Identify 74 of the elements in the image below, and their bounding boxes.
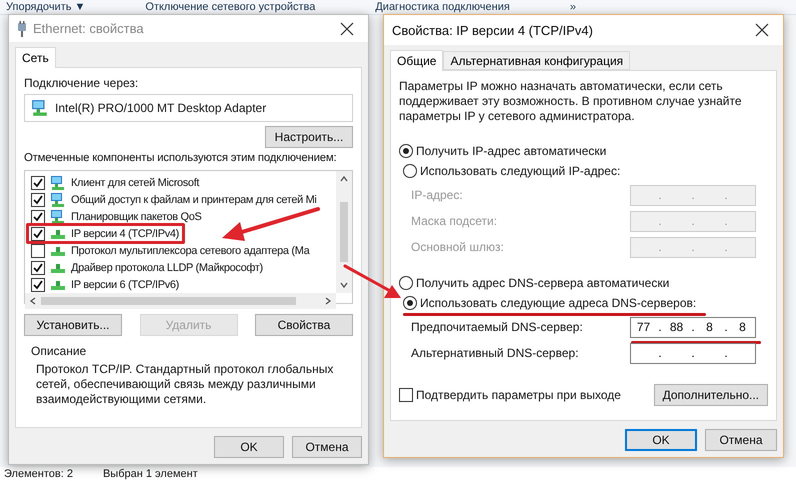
dialog-button[interactable]: Отмена (292, 436, 362, 458)
radio-button[interactable] (399, 144, 413, 158)
list-item[interactable]: Клиент для сетей Microsoft (71, 176, 200, 188)
dialog-button[interactable]: OK (214, 436, 284, 458)
radio-button[interactable] (403, 164, 417, 178)
window-title: Ethernet: свойства (33, 21, 145, 36)
vertical-scrollbar[interactable] (336, 171, 352, 293)
checkbox[interactable] (399, 388, 413, 402)
action-button[interactable]: Установить... (24, 314, 122, 336)
window-title: Свойства: IP версии 4 (TCP/IPv4) (392, 22, 594, 38)
checkbox[interactable] (31, 226, 45, 240)
toolbar-item[interactable]: Отключение сетевого устройства (145, 0, 316, 14)
ip-field[interactable]: . . . (630, 342, 756, 364)
field-label: Основной шлюз: (411, 240, 504, 254)
horizontal-scrollbar[interactable] (25, 293, 336, 309)
list-item[interactable]: IP версии 6 (TCP/IPv6) (71, 278, 179, 290)
dialog-button[interactable]: OK (625, 429, 697, 451)
checkbox[interactable] (31, 278, 45, 292)
toolbar-item[interactable]: » (570, 0, 576, 14)
scroll-thumb[interactable] (41, 297, 296, 305)
toolbar-item[interactable]: Диагностика подключения (375, 0, 510, 14)
list-item[interactable]: Протокол мультиплексора сетевого адаптера (Ма (71, 244, 310, 256)
checkbox[interactable] (31, 176, 45, 190)
list-item[interactable]: Планировщик пакетов QoS (71, 210, 202, 222)
field-label: Маска подсети: (411, 214, 498, 228)
description-text: Протокол TCP/IP. Стандартный протокол глобальных сетей, обеспечивающий связь между различными взаимодействующими сетями. (36, 362, 334, 407)
chevron-up-icon[interactable] (340, 175, 348, 183)
checkbox[interactable] (31, 192, 45, 206)
monitor-icon (50, 208, 66, 224)
network-icon (50, 228, 66, 240)
list-item[interactable]: IP версии 4 (TCP/IPv4) (71, 228, 179, 240)
radio-label: Использовать следующий IP-адрес: (420, 164, 620, 178)
dialog-button[interactable]: Отмена (705, 429, 777, 451)
plug-icon (17, 20, 27, 36)
network-icon (50, 262, 66, 274)
tab[interactable]: Альтернативная конфигурация (443, 51, 630, 70)
radio-button[interactable] (403, 296, 417, 310)
close-icon (340, 22, 354, 36)
field-label: Альтернативный DNS-сервер: (411, 346, 579, 360)
list-item[interactable]: Драйвер протокола LLDP (Майкрософт) (71, 262, 263, 274)
configure-button[interactable]: Настроить... (265, 126, 353, 148)
checkbox[interactable] (31, 244, 45, 258)
field-label: Предпочитаемый DNS-сервер: (411, 320, 583, 334)
toolbar-item[interactable]: Упорядочить ▼ (6, 0, 86, 14)
tab[interactable]: Общие (390, 50, 444, 71)
chevron-left-icon[interactable] (29, 297, 37, 305)
scroll-thumb[interactable] (340, 202, 348, 262)
field-label: IP-адрес: (411, 188, 463, 202)
checkbox[interactable] (31, 260, 45, 274)
intro-text: Параметры IP можно назначать автоматически, если сеть поддерживает эту возможность. В противном случае узнайте параметры IP у сетевого администратора. (399, 79, 743, 124)
action-button[interactable]: Свойства (255, 314, 353, 336)
network-icon (50, 278, 66, 290)
monitor-icon (50, 174, 66, 190)
list-item[interactable]: Общий доступ к файлам и принтерам для сетей Mi (71, 194, 317, 206)
radio-label: Получить адрес DNS-сервера автоматически (416, 276, 670, 290)
radio-label: Получить IP-адрес автоматически (416, 144, 606, 158)
status-text: Выбран 1 элемент (102, 468, 198, 480)
advanced-button[interactable]: Дополнительно... (654, 384, 768, 406)
checkbox[interactable] (31, 210, 45, 224)
tab[interactable]: Сеть (15, 47, 56, 68)
radio-label: Использовать следующие адреса DNS-серверов: (420, 296, 696, 310)
field-label: Отмеченные компоненты используются этим подключением: (24, 152, 338, 164)
adapter-name: Intel(R) PRO/1000 MT Desktop Adapter (55, 101, 266, 115)
field-label: Подключение через: (24, 76, 140, 90)
chevron-down-icon[interactable] (340, 281, 348, 289)
close-icon (755, 23, 769, 37)
status-text: Элементов: 2 (4, 468, 73, 480)
pointer-arrow (344, 264, 401, 298)
chevron-right-icon[interactable] (324, 297, 332, 305)
monitor-icon (31, 99, 49, 117)
network-icon (50, 244, 66, 256)
radio-button[interactable] (399, 276, 413, 290)
monitor-icon (50, 192, 66, 208)
checkbox-label: Подтвердить параметры при выходе (416, 388, 621, 402)
